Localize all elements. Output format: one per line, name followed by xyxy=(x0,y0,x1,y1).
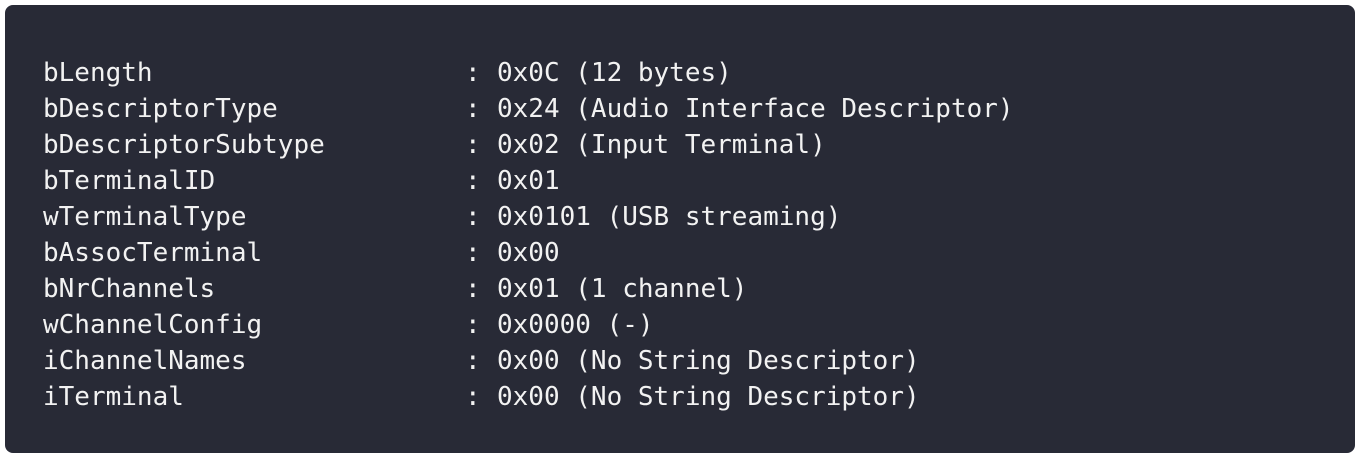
field-value: 0x00 (No String Descriptor) xyxy=(497,382,920,412)
field-name: bNrChannels xyxy=(43,274,216,304)
field-value: 0x0101 (USB streaming) xyxy=(497,202,842,232)
descriptor-row-bterminalid: bTerminalID : 0x01 xyxy=(43,163,1355,199)
field-separator: : xyxy=(465,58,481,88)
field-separator: : xyxy=(465,274,481,304)
descriptor-row-ichannelnames: iChannelNames : 0x00 (No String Descript… xyxy=(43,343,1355,379)
field-value: 0x00 xyxy=(497,238,560,268)
field-name: bTerminalID xyxy=(43,166,216,196)
descriptor-row-blength: bLength : 0x0C (12 bytes) xyxy=(43,55,1355,91)
field-name: bDescriptorSubtype xyxy=(43,130,325,160)
field-value: 0x0000 (-) xyxy=(497,310,654,340)
field-value: 0x00 (No String Descriptor) xyxy=(497,346,920,376)
descriptor-row-bdescriptortype: bDescriptorType : 0x24 (Audio Interface … xyxy=(43,91,1355,127)
field-separator: : xyxy=(465,238,481,268)
field-separator: : xyxy=(465,382,481,412)
field-value: 0x24 (Audio Interface Descriptor) xyxy=(497,94,1014,124)
descriptor-code-block: bLength : 0x0C (12 bytes) bDescriptorTyp… xyxy=(5,5,1355,453)
field-separator: : xyxy=(465,346,481,376)
field-value: 0x01 xyxy=(497,166,560,196)
field-name: wTerminalType xyxy=(43,202,247,232)
descriptor-row-bnrchannels: bNrChannels : 0x01 (1 channel) xyxy=(43,271,1355,307)
field-separator: : xyxy=(465,166,481,196)
field-separator: : xyxy=(465,310,481,340)
field-name: iTerminal xyxy=(43,382,184,412)
field-separator: : xyxy=(465,130,481,160)
field-name: bDescriptorType xyxy=(43,94,278,124)
descriptor-row-wterminaltype: wTerminalType : 0x0101 (USB streaming) xyxy=(43,199,1355,235)
descriptor-row-iterminal: iTerminal : 0x00 (No String Descriptor) xyxy=(43,379,1355,415)
field-name: bAssocTerminal xyxy=(43,238,263,268)
field-name: wChannelConfig xyxy=(43,310,263,340)
field-value: 0x0C (12 bytes) xyxy=(497,58,732,88)
field-value: 0x02 (Input Terminal) xyxy=(497,130,826,160)
descriptor-row-wchannelconfig: wChannelConfig : 0x0000 (-) xyxy=(43,307,1355,343)
field-value: 0x01 (1 channel) xyxy=(497,274,748,304)
field-separator: : xyxy=(465,94,481,124)
field-name: iChannelNames xyxy=(43,346,247,376)
field-name: bLength xyxy=(43,58,153,88)
descriptor-row-bassocterminal: bAssocTerminal : 0x00 xyxy=(43,235,1355,271)
descriptor-row-bdescriptorsubtype: bDescriptorSubtype : 0x02 (Input Termina… xyxy=(43,127,1355,163)
field-separator: : xyxy=(465,202,481,232)
